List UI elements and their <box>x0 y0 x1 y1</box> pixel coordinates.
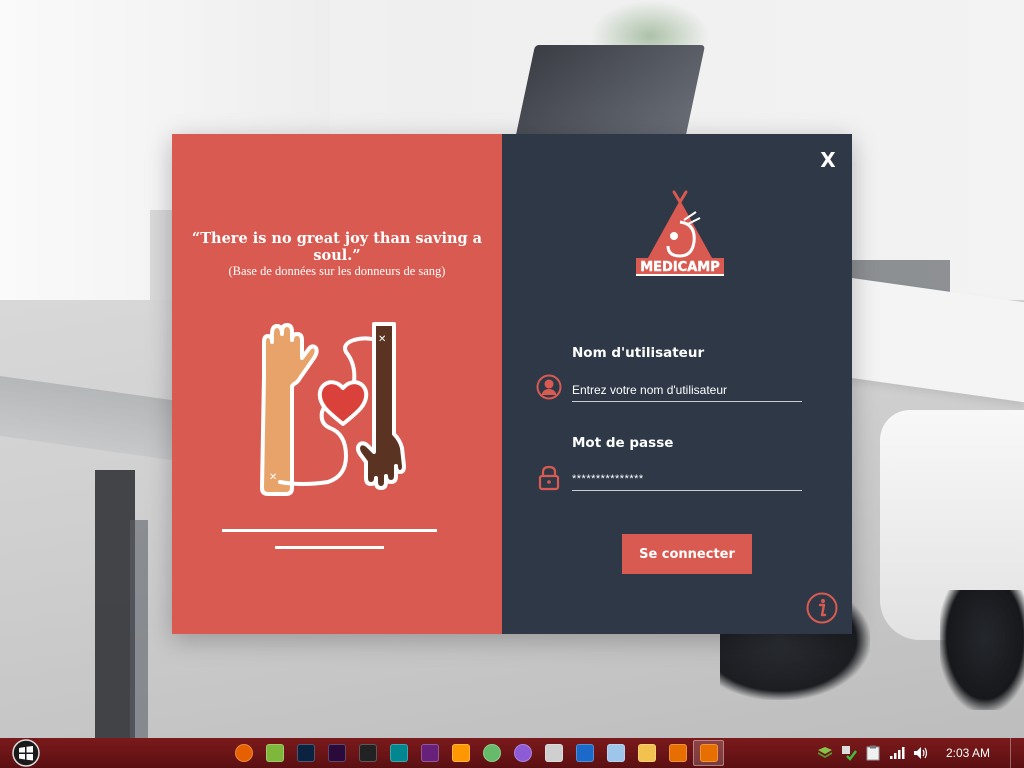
taskbar-app-button[interactable] <box>383 740 414 766</box>
decorative-divider-long <box>222 529 437 532</box>
book-icon <box>265 744 284 762</box>
firefox-icon <box>234 744 253 762</box>
show-desktop-button[interactable] <box>1010 738 1024 768</box>
virtualbox-icon <box>606 744 625 762</box>
password-label: Mot de passe <box>572 435 674 451</box>
donor-arm-icon: ✕ <box>260 323 319 496</box>
taskbar-app-button[interactable] <box>600 740 631 766</box>
github-icon <box>513 744 532 762</box>
quote-text: “There is no great joy than saving a sou… <box>191 230 483 264</box>
info-icon[interactable] <box>806 592 838 624</box>
svg-text:MEDICAMP: MEDICAMP <box>640 260 720 275</box>
lock-icon <box>538 465 560 491</box>
premiere-icon <box>327 744 346 762</box>
login-form-panel: X MEDICAMP Nom d'utilisateur Mot de pass… <box>502 134 852 634</box>
taskbar-app-button[interactable] <box>538 740 569 766</box>
system-tray <box>815 740 931 766</box>
background-desk-leg-shadow <box>130 520 148 738</box>
windows-start-icon[interactable] <box>8 739 44 767</box>
java-active-icon <box>699 744 718 762</box>
taskbar-app-button[interactable] <box>445 740 476 766</box>
decorative-divider-short <box>275 546 384 549</box>
arduino-icon <box>389 744 408 762</box>
close-button[interactable]: X <box>816 148 840 172</box>
taskbar-app-button[interactable] <box>693 740 724 766</box>
atom-icon <box>482 744 501 762</box>
taskbar-apps <box>228 740 724 766</box>
taskbar-app-button[interactable] <box>414 740 445 766</box>
background-book <box>150 210 172 300</box>
java-icon <box>668 744 687 762</box>
taskbar-app-button[interactable] <box>321 740 352 766</box>
explorer-icon <box>637 744 656 762</box>
taskbar-app-button[interactable] <box>631 740 662 766</box>
username-label: Nom d'utilisateur <box>572 345 705 361</box>
network-signal-icon[interactable] <box>887 743 907 763</box>
photoshop-icon <box>296 744 315 762</box>
unity-icon <box>358 744 377 762</box>
netbeans-icon <box>575 744 594 762</box>
visual-studio-icon <box>420 744 439 762</box>
background-desk-leg <box>95 470 135 738</box>
taskbar-clock[interactable]: 2:03 AM <box>946 738 990 768</box>
taskbar-app-button[interactable] <box>290 740 321 766</box>
login-window: “There is no great joy than saving a sou… <box>172 134 852 634</box>
svg-text:✕: ✕ <box>269 472 277 483</box>
taskbar-app-button[interactable] <box>569 740 600 766</box>
taskbar-app-button[interactable] <box>507 740 538 766</box>
medicamp-logo: MEDICAMP <box>636 190 724 276</box>
user-icon <box>536 374 562 400</box>
branding-panel: “There is no great joy than saving a sou… <box>172 134 502 634</box>
clipboard-icon[interactable] <box>863 743 883 763</box>
blood-donation-illustration: ✕ ✕ <box>260 322 406 496</box>
security-check-icon[interactable] <box>839 743 859 763</box>
taskbar: 2:03 AM <box>0 738 1024 768</box>
svg-text:✕: ✕ <box>378 334 386 345</box>
sublime-icon <box>451 744 470 762</box>
taskbar-app-button[interactable] <box>662 740 693 766</box>
recipient-arm-icon: ✕ <box>356 322 406 490</box>
username-input[interactable] <box>572 378 802 402</box>
volume-icon[interactable] <box>911 743 931 763</box>
background-laptop <box>514 45 706 140</box>
database-icon <box>544 744 563 762</box>
taskbar-app-button[interactable] <box>259 740 290 766</box>
login-button[interactable]: Se connecter <box>622 534 752 574</box>
background-camera-lens-right <box>940 590 1024 710</box>
password-input[interactable] <box>572 467 802 491</box>
subtitle-text: (Base de données sur les donneurs de san… <box>228 264 446 278</box>
taskbar-app-button[interactable] <box>476 740 507 766</box>
taskbar-app-button[interactable] <box>228 740 259 766</box>
taskbar-app-button[interactable] <box>352 740 383 766</box>
book-icon[interactable] <box>815 743 835 763</box>
